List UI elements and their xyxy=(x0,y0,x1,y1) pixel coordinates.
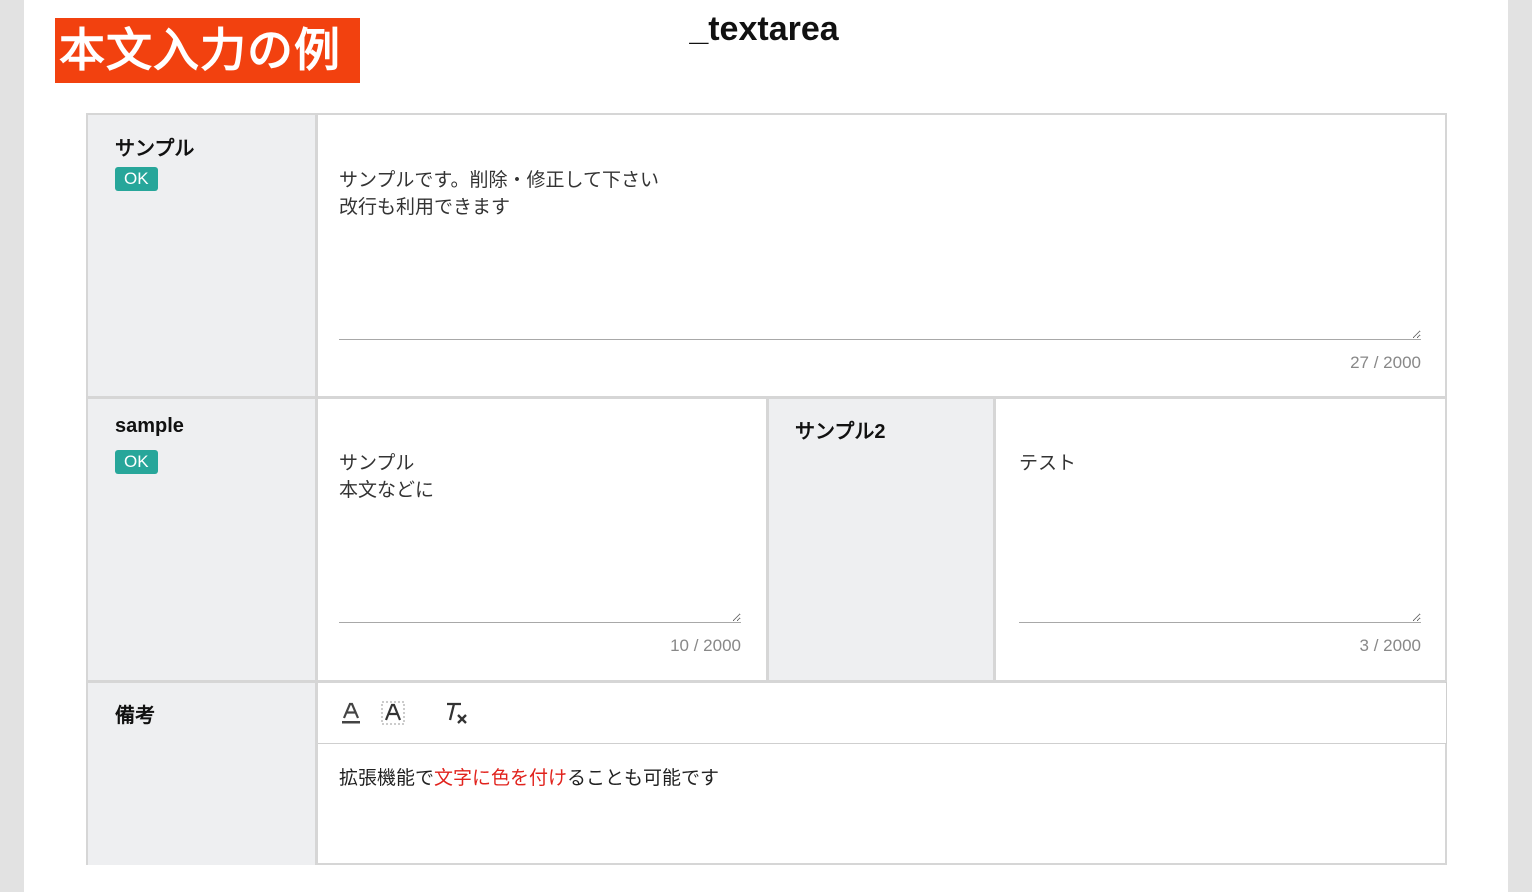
label-cell-remarks: 備考 xyxy=(88,682,315,865)
page: 本文入力の例 _textarea サンプル OK 27 / 2000 sampl… xyxy=(24,0,1508,892)
rich-text-editor[interactable]: 拡張機能で文字に色を付けることも可能です xyxy=(339,765,1419,791)
char-counter: 3 / 2000 xyxy=(1359,636,1421,655)
status-badge: OK xyxy=(115,167,158,191)
divider xyxy=(993,398,996,680)
divider xyxy=(315,115,318,863)
page-title: _textarea xyxy=(689,10,839,48)
divider xyxy=(88,680,1445,683)
textarea-sample[interactable] xyxy=(339,450,741,623)
textarea-sample2[interactable] xyxy=(1019,450,1421,623)
status-badge: OK xyxy=(115,450,158,474)
font-color-icon[interactable] xyxy=(336,698,366,728)
field-label: sample xyxy=(115,415,184,437)
editor-toolbar xyxy=(317,682,1447,744)
highlight-color-icon[interactable] xyxy=(378,698,408,728)
label-cell-sample2: サンプル2 xyxy=(768,398,994,680)
editor-text-colored: 文字に色を付け xyxy=(434,767,568,789)
editor-text: ることも可能です xyxy=(567,767,720,789)
field-label: サンプル2 xyxy=(795,421,886,443)
editor-text: 拡張機能で xyxy=(339,767,435,789)
clear-format-icon[interactable] xyxy=(442,698,472,728)
label-cell-sample: sample OK xyxy=(88,398,315,680)
divider xyxy=(766,398,769,680)
label-cell-sample-jp: サンプル OK xyxy=(88,115,315,396)
heading-banner: 本文入力の例 xyxy=(55,18,360,83)
field-label: サンプル xyxy=(115,138,195,160)
textarea-sample-jp[interactable] xyxy=(339,167,1421,340)
form-table: サンプル OK 27 / 2000 sample OK 10 / 2000 サン… xyxy=(86,113,1447,865)
field-label: 備考 xyxy=(115,705,155,727)
char-counter: 10 / 2000 xyxy=(670,636,741,655)
char-counter: 27 / 2000 xyxy=(1350,353,1421,372)
